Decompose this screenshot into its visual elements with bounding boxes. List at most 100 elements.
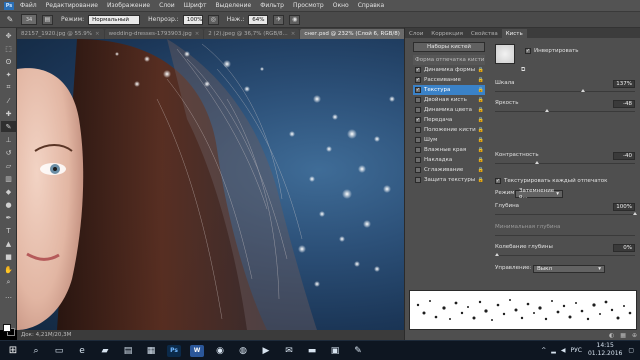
slider-knob[interactable] [633, 212, 637, 215]
menu-image[interactable]: Изображение [107, 2, 150, 9]
list-item-smoothing[interactable]: Сглаживание 🔒 [413, 165, 485, 175]
lock-icon[interactable]: 🔒 [478, 167, 484, 173]
volume-icon[interactable]: ◀ [561, 347, 566, 354]
checkbox[interactable] [415, 157, 421, 163]
close-icon[interactable]: × [291, 31, 296, 37]
foreground-color-swatch[interactable] [3, 324, 11, 332]
photos-icon[interactable]: ▣ [326, 343, 344, 359]
list-item-wet-edges[interactable]: Влажные края 🔒 [413, 145, 485, 155]
notifications-icon[interactable]: ▢ [628, 347, 634, 354]
lock-icon[interactable]: 🔒 [478, 107, 484, 113]
pen-tool-icon[interactable]: ✒ [1, 212, 16, 223]
lock-icon[interactable]: 🔒 [478, 137, 484, 143]
lock-icon[interactable]: 🔒 [478, 117, 484, 123]
texture-pattern-picker[interactable] [495, 44, 515, 64]
invert-checkbox[interactable]: ✓ [525, 48, 531, 54]
list-item-scattering[interactable]: ✓ Рассеивание 🔒 [413, 75, 485, 85]
texture-each-tip-checkbox[interactable]: ✓ [495, 178, 501, 184]
task-view-icon[interactable]: ▭ [50, 343, 68, 359]
tab-properties[interactable]: Свойства [467, 29, 502, 38]
opacity-field[interactable]: 100% [182, 14, 203, 25]
depth-jitter-slider[interactable] [495, 253, 635, 256]
file-explorer-icon[interactable]: ▰ [96, 343, 114, 359]
clone-stamp-tool-icon[interactable]: ⊥ [1, 134, 16, 145]
folder-icon[interactable]: ▬ [303, 343, 321, 359]
lock-icon[interactable]: 🔒 [478, 77, 484, 83]
slider-knob[interactable] [581, 89, 585, 92]
list-item-shape-dynamics[interactable]: ✓ Динамика формы 🔒 [413, 65, 485, 75]
blur-tool-icon[interactable]: ◆ [1, 186, 16, 197]
gradient-tool-icon[interactable]: ▥ [1, 173, 16, 184]
tray-chevron-icon[interactable]: ^ [541, 347, 546, 354]
network-icon[interactable]: ▂ [551, 347, 556, 354]
list-item-transfer[interactable]: ✓ Передача 🔒 [413, 115, 485, 125]
new-preset-icon[interactable]: ⊕ [632, 332, 637, 339]
menu-layers[interactable]: Слои [159, 2, 175, 9]
doc-tab-active[interactable]: снег.psd @ 232% (Слой 6, RGB/8)× [300, 29, 404, 39]
lock-icon[interactable]: 🔒 [478, 157, 484, 163]
type-tool-icon[interactable]: T [1, 225, 16, 236]
list-item-noise[interactable]: Шум 🔒 [413, 135, 485, 145]
airbrush-icon[interactable]: ✈ [273, 14, 285, 25]
lock-icon[interactable]: 🔒 [478, 147, 484, 153]
lock-icon[interactable]: 🔒 [478, 177, 484, 183]
list-item-texture[interactable]: ✓ Текстура 🔒 [413, 85, 485, 95]
brush-panel-toggle-icon[interactable]: ▤ [42, 14, 53, 25]
depth-slider[interactable] [495, 212, 637, 215]
marquee-tool-icon[interactable]: ⬚ [1, 43, 16, 54]
checkbox[interactable] [415, 127, 421, 133]
contrast-value[interactable]: -40 [613, 152, 635, 160]
menu-filter[interactable]: Фильтр [260, 2, 284, 9]
document-canvas[interactable] [17, 39, 404, 330]
close-icon[interactable]: × [195, 31, 200, 37]
list-item-dual-brush[interactable]: Двойная кисть 🔒 [413, 95, 485, 105]
menu-help[interactable]: Справка [358, 2, 384, 9]
camera-icon[interactable]: ◉ [211, 343, 229, 359]
menu-file[interactable]: Файл [20, 2, 37, 9]
slider-knob[interactable] [545, 109, 549, 112]
list-item-brush-tip-shape[interactable]: Форма отпечатка кисти [413, 55, 485, 65]
start-button-icon[interactable]: ⊞ [4, 343, 22, 359]
checkbox[interactable]: ✓ [415, 87, 421, 93]
list-item-brush-pose[interactable]: Положение кисти 🔒 [413, 125, 485, 135]
list-item-color-dynamics[interactable]: Динамика цвета 🔒 [413, 105, 485, 115]
list-item-protect-texture[interactable]: Защита текстуры 🔒 [413, 175, 485, 185]
pressure-size-icon[interactable]: ◉ [289, 14, 301, 25]
quick-select-tool-icon[interactable]: ✦ [1, 69, 16, 80]
shape-tool-icon[interactable]: ■ [1, 251, 16, 262]
menu-view[interactable]: Просмотр [293, 2, 324, 9]
doc-tab[interactable]: 2 (2).jpeg @ 36,7% (RGB/8... × [204, 29, 300, 39]
scale-value[interactable]: 137% [613, 80, 635, 88]
brightness-slider[interactable] [495, 109, 635, 112]
eyedropper-tool-icon[interactable]: ⁄ [1, 95, 16, 106]
checkbox[interactable] [415, 177, 421, 183]
lasso-tool-icon[interactable]: ʘ [1, 56, 16, 67]
lock-icon[interactable]: 🔒 [478, 67, 484, 73]
more-tools-icon[interactable]: … [1, 290, 16, 301]
chat-icon[interactable]: ✉ [280, 343, 298, 359]
slider-knob[interactable] [495, 253, 499, 256]
chrome-icon[interactable]: ◍ [234, 343, 252, 359]
clock[interactable]: 14:15 01.12.2016 [588, 342, 622, 358]
store-icon[interactable]: ▤ [119, 343, 137, 359]
checkbox[interactable] [415, 97, 421, 103]
history-brush-tool-icon[interactable]: ↺ [1, 147, 16, 158]
checkbox[interactable]: ✓ [415, 67, 421, 73]
control-select[interactable]: Выкл ▾ [533, 265, 605, 273]
calculator-icon[interactable]: ▦ [142, 343, 160, 359]
photoshop-app-icon[interactable]: Ps [165, 343, 183, 359]
checkbox[interactable] [415, 147, 421, 153]
flow-field[interactable]: 64% [248, 14, 269, 25]
texture-each-tip-row[interactable]: ✓ Текстурировать каждый отпечаток [495, 178, 607, 184]
menu-select[interactable]: Выделение [215, 2, 251, 9]
menu-window[interactable]: Окно [333, 2, 349, 9]
pressure-opacity-icon[interactable]: ◎ [207, 14, 219, 25]
contrast-slider[interactable] [495, 161, 635, 164]
hand-tool-icon[interactable]: ✋ [1, 264, 16, 275]
checkbox[interactable]: ✓ [415, 117, 421, 123]
search-icon[interactable]: ⌕ [27, 343, 45, 359]
dodge-tool-icon[interactable]: ● [1, 199, 16, 210]
menu-type[interactable]: Шрифт [184, 2, 207, 9]
checkbox[interactable]: ✓ [415, 77, 421, 83]
lock-icon[interactable]: 🔒 [478, 127, 484, 133]
